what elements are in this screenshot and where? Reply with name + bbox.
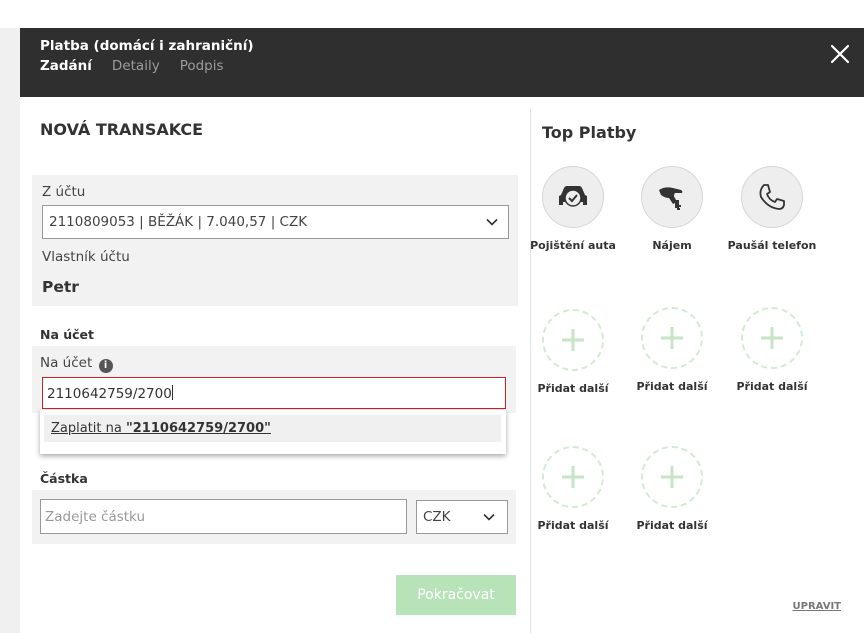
tab-zadani[interactable]: Zadání	[40, 58, 92, 74]
pay-to-suggestion[interactable]: Zaplatit na "2110642759/2700"	[44, 415, 501, 442]
top-strip	[0, 0, 864, 28]
step-tabs: Zadání Detaily Podpis	[40, 58, 224, 74]
currency-value: CZK	[423, 509, 451, 525]
add-payment-circle	[542, 446, 604, 508]
plus-icon	[761, 327, 783, 349]
add-payment-label: Přidat další	[537, 382, 609, 395]
plus-icon	[661, 327, 683, 349]
plus-icon	[562, 466, 584, 488]
amount-input[interactable]: Zadejte částku	[40, 499, 407, 534]
add-payment-circle	[741, 307, 803, 369]
top-payment-tile[interactable]: Pojištění auta	[528, 166, 618, 252]
add-payment-circle	[542, 309, 604, 371]
top-payment-label: Paušál telefon	[727, 239, 817, 252]
plus-icon	[661, 466, 683, 488]
from-account-panel	[32, 175, 518, 306]
dialog-title: Platba (domácí i zahraniční)	[40, 38, 254, 54]
section-title: NOVÁ TRANSAKCE	[40, 120, 204, 139]
from-account-value: 2110809053 | BĚŽÁK | 7.040,57 | CZK	[49, 214, 308, 230]
plus-icon	[562, 329, 584, 351]
suggestion-value: "2110642759/2700"	[125, 421, 271, 436]
amount-placeholder: Zadejte částku	[45, 509, 146, 525]
to-account-label: Na účet i	[40, 355, 113, 373]
add-payment-tile[interactable]: Přidat další	[528, 446, 618, 532]
add-payment-label: Přidat další	[736, 380, 808, 393]
edit-top-payments-link[interactable]: UPRAVIT	[793, 601, 842, 612]
top-payments-title: Top Platby	[542, 123, 637, 142]
continue-button[interactable]: Pokračovat	[396, 575, 516, 615]
top-payment-circle	[542, 166, 604, 228]
owner-value: Petr	[42, 278, 79, 296]
tab-podpis[interactable]: Podpis	[180, 58, 224, 74]
close-icon[interactable]	[830, 44, 850, 64]
add-payment-circle	[641, 307, 703, 369]
top-payment-tile[interactable]: Paušál telefon	[727, 166, 817, 252]
add-payment-tile[interactable]: Přidat další	[528, 309, 618, 395]
top-payment-label: Nájem	[652, 239, 692, 252]
add-payment-tile[interactable]: Přidat další	[727, 307, 817, 393]
add-payment-label: Přidat další	[636, 380, 708, 393]
top-payment-label: Pojištění auta	[530, 239, 616, 252]
add-payment-circle	[641, 446, 703, 508]
chevron-down-icon	[483, 511, 495, 523]
from-account-label: Z účtu	[42, 184, 86, 200]
key-hand-icon	[659, 187, 683, 210]
top-payment-tile[interactable]: Nájem	[627, 166, 717, 252]
chevron-down-icon	[486, 216, 498, 228]
top-payment-circle	[741, 166, 803, 228]
add-payment-label: Přidat další	[636, 519, 708, 532]
dialog-body: NOVÁ TRANSAKCE Z účtu 2110809053 | BĚŽÁK…	[20, 97, 864, 633]
top-payment-circle	[641, 166, 703, 228]
account-suggestion-dropdown: Zaplatit na "2110642759/2700"	[40, 410, 506, 454]
suggestion-prefix: Zaplatit na	[51, 421, 126, 436]
page: Platba (domácí i zahraniční) Zadání Deta…	[0, 0, 864, 633]
text-caret	[171, 385, 173, 400]
to-account-input[interactable]: 2110642759/2700	[42, 377, 506, 409]
info-icon[interactable]: i	[98, 359, 113, 373]
dialog-header: Platba (domácí i zahraniční) Zadání Deta…	[20, 28, 864, 97]
currency-select[interactable]: CZK	[416, 500, 508, 534]
from-account-select[interactable]: 2110809053 | BĚŽÁK | 7.040,57 | CZK	[42, 205, 509, 239]
to-account-heading: Na účet	[40, 327, 95, 342]
add-payment-tile[interactable]: Přidat další	[627, 446, 717, 532]
to-account-label-text: Na účet	[40, 355, 93, 371]
add-payment-label: Přidat další	[537, 519, 609, 532]
car-shield-icon	[559, 186, 587, 207]
tab-detaily[interactable]: Detaily	[112, 58, 160, 74]
to-account-value: 2110642759/2700	[47, 386, 172, 402]
add-payment-tile[interactable]: Přidat další	[627, 307, 717, 393]
amount-heading: Částka	[40, 471, 88, 486]
owner-label: Vlastník účtu	[42, 249, 130, 265]
left-strip	[0, 28, 20, 633]
phone-icon	[759, 184, 785, 210]
